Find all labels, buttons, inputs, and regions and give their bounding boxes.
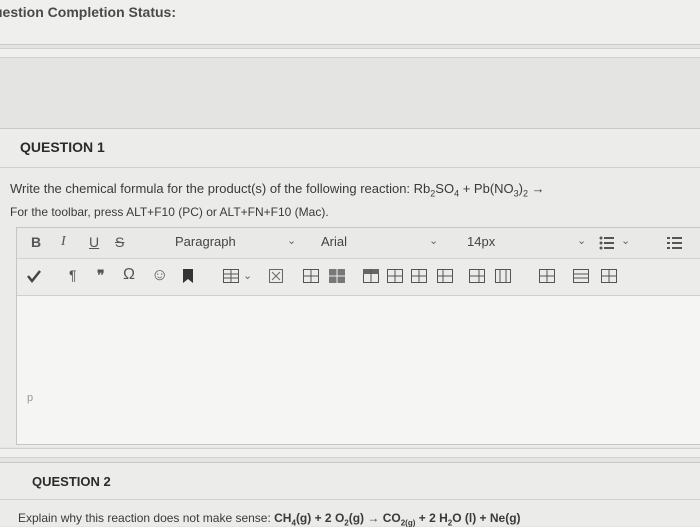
bullet-list-icon[interactable] bbox=[599, 236, 615, 250]
numbered-list-icon[interactable] bbox=[667, 236, 683, 250]
blockquote-button[interactable]: ❞ bbox=[97, 267, 105, 284]
completion-status-bar: uestion Completion Status: bbox=[0, 0, 700, 45]
insert-column-after-icon[interactable] bbox=[469, 269, 485, 283]
insert-row-after-icon[interactable] bbox=[387, 269, 403, 283]
chevron-down-icon[interactable]: ⌄ bbox=[243, 269, 252, 282]
spellcheck-icon[interactable] bbox=[27, 269, 41, 283]
pilcrow-button[interactable]: ¶ bbox=[69, 267, 77, 283]
formatting-toolbar: B I U S Paragraph ⌄ Arial ⌄ 14px ⌄ ⌄ bbox=[17, 228, 700, 259]
table-row-props-icon[interactable] bbox=[303, 269, 319, 283]
paragraph-select[interactable]: Paragraph bbox=[175, 234, 236, 249]
element-path: p bbox=[27, 392, 34, 404]
completion-status-label: uestion Completion Status: bbox=[0, 4, 176, 20]
divider bbox=[0, 448, 700, 458]
split-cells-icon[interactable] bbox=[539, 269, 555, 283]
merge-cells-icon[interactable] bbox=[573, 269, 589, 283]
chevron-down-icon[interactable]: ⌄ bbox=[621, 234, 630, 247]
insert-row-before-icon[interactable] bbox=[363, 269, 379, 283]
divider bbox=[0, 48, 700, 58]
chevron-down-icon[interactable]: ⌄ bbox=[577, 234, 586, 247]
special-character-button[interactable]: Ω bbox=[123, 266, 135, 284]
table-cell-props-icon[interactable] bbox=[329, 269, 345, 283]
chevron-down-icon[interactable]: ⌄ bbox=[429, 234, 438, 247]
bookmark-icon[interactable] bbox=[183, 269, 193, 283]
question-2-title: QUESTION 2 bbox=[32, 474, 111, 489]
question-2-header: QUESTION 2 bbox=[0, 463, 700, 500]
insert-toolbar: ¶ ❞ Ω ☺ ⌄ bbox=[17, 259, 700, 296]
question-1-prompt: Write the chemical formula for the produ… bbox=[10, 181, 545, 199]
question-1-title: QUESTION 1 bbox=[20, 139, 105, 155]
answer-editor[interactable]: B I U S Paragraph ⌄ Arial ⌄ 14px ⌄ ⌄ ¶ ❞… bbox=[16, 227, 700, 445]
toolbar-hint: For the toolbar, press ALT+F10 (PC) or A… bbox=[10, 205, 329, 219]
bold-button[interactable]: B bbox=[31, 234, 41, 250]
font-select[interactable]: Arial bbox=[321, 234, 347, 249]
delete-table-icon[interactable] bbox=[269, 269, 283, 283]
delete-row-icon[interactable] bbox=[411, 269, 427, 283]
strikethrough-button[interactable]: S bbox=[115, 234, 124, 250]
question-1-panel: QUESTION 1 Write the chemical formula fo… bbox=[0, 128, 700, 447]
chevron-down-icon[interactable]: ⌄ bbox=[287, 234, 296, 247]
insert-column-icon[interactable] bbox=[437, 269, 453, 283]
emoji-button[interactable]: ☺ bbox=[151, 265, 168, 285]
italic-button[interactable]: I bbox=[61, 234, 66, 250]
delete-column-icon[interactable] bbox=[495, 269, 511, 283]
question-2-panel: QUESTION 2 Explain why this reaction doe… bbox=[0, 462, 700, 527]
table-icon[interactable] bbox=[223, 269, 239, 283]
font-size-select[interactable]: 14px bbox=[467, 234, 495, 249]
question-1-header: QUESTION 1 bbox=[0, 129, 700, 168]
underline-button[interactable]: U bbox=[89, 234, 99, 250]
table-layout-icon[interactable] bbox=[601, 269, 617, 283]
